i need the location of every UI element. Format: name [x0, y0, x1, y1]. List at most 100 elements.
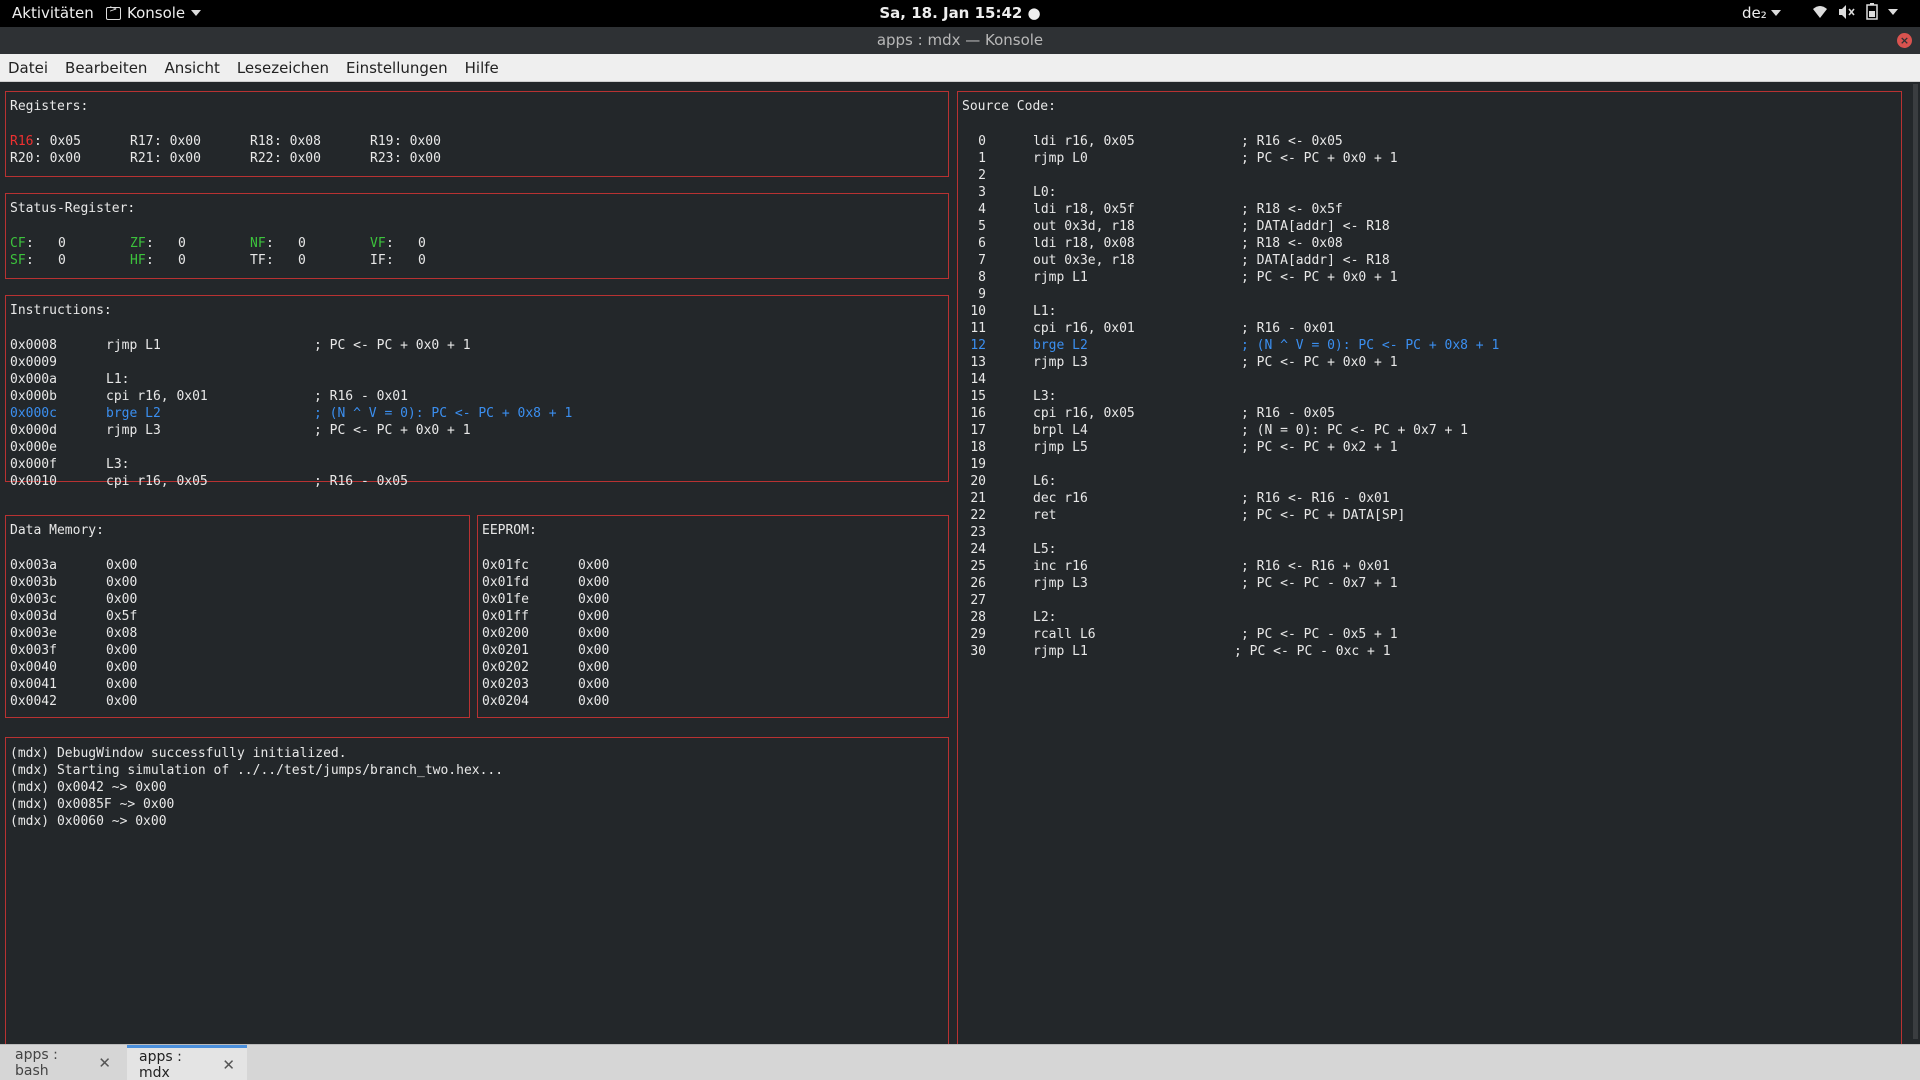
log-line: (mdx) DebugWindow successfully initializ…: [10, 746, 347, 761]
source-line-number: 10: [970, 304, 986, 319]
close-icon[interactable]: ×: [1897, 33, 1912, 48]
eeprom-value: 0x00: [578, 558, 610, 573]
menu-item-lesezeichen[interactable]: Lesezeichen: [237, 59, 329, 77]
menu-item-ansicht[interactable]: Ansicht: [164, 59, 219, 77]
menu-item-einstellungen[interactable]: Einstellungen: [346, 59, 448, 77]
menu-item-datei[interactable]: Datei: [8, 59, 48, 77]
source-code: ldi r18, 0x08: [1033, 236, 1135, 251]
source-line-number: 19: [970, 457, 986, 472]
chevron-down-icon: [191, 10, 202, 16]
log-line: (mdx) 0x0085F ~> 0x00: [10, 797, 175, 812]
memory-value: 0x00: [106, 694, 138, 709]
instruction-comment: ; R16 - 0x05: [314, 474, 408, 489]
source-line-number: 22: [970, 508, 986, 523]
source-line-number: 16: [970, 406, 986, 421]
memory-value: 0x00: [106, 592, 138, 607]
chevron-down-icon: [1770, 10, 1781, 16]
tab-apps-mdx[interactable]: apps : mdx ✕: [127, 1045, 247, 1080]
tab-bar: apps : bash ✕ apps : mdx ✕: [0, 1044, 1920, 1080]
source-code: ldi r16, 0x05: [1033, 134, 1135, 149]
terminal-area[interactable]: Registers: R16: 0x05 R17: 0x00 R18: 0x08 R1…: [0, 82, 1920, 1080]
instruction-comment: ; (N ^ V = 0): PC <- PC + 0x8 + 1: [314, 406, 573, 421]
eeprom-value: 0x00: [578, 677, 610, 692]
source-code: ldi r18, 0x5f: [1033, 202, 1135, 217]
register-value: : 0x00: [154, 134, 201, 149]
register-name: R17: [130, 134, 154, 149]
eeprom-address: 0x0200: [482, 626, 529, 641]
memory-address: 0x003f: [10, 643, 57, 658]
instruction-address: 0x000a: [10, 372, 57, 387]
source-code: L6:: [1033, 474, 1057, 489]
register-name: R20: [10, 151, 34, 166]
source-line-number: 2: [978, 168, 986, 183]
flag-name: NF: [250, 236, 266, 251]
log-line: (mdx) Starting simulation of ../../test/…: [10, 763, 504, 778]
instruction-code: L1:: [106, 372, 130, 387]
source-comment: ; PC <- PC - 0xc + 1: [1234, 644, 1391, 659]
source-line-number: 23: [970, 525, 986, 540]
instruction-code: cpi r16, 0x01: [106, 389, 208, 404]
flag-separator: :: [266, 253, 274, 268]
log-pane: (mdx) DebugWindow successfully initializ…: [5, 737, 949, 1057]
flag-name: SF: [10, 253, 26, 268]
flag-value: 0: [298, 236, 306, 251]
tab-label: apps : bash: [15, 1047, 58, 1079]
registers-header: Registers:: [10, 99, 89, 114]
clock[interactable]: Sa, 18. Jan 15:42 ●: [879, 4, 1040, 22]
flag-value: 0: [418, 236, 426, 251]
source-comment: ; PC <- PC + 0x0 + 1: [1241, 270, 1398, 285]
memory-address: 0x0042: [10, 694, 57, 709]
system-menu[interactable]: [1812, 3, 1898, 20]
instruction-code: brge L2: [106, 406, 161, 421]
source-code: inc r16: [1033, 559, 1088, 574]
close-icon[interactable]: ✕: [222, 1056, 235, 1074]
menu-item-bearbeiten[interactable]: Bearbeiten: [65, 59, 147, 77]
tab-apps-bash[interactable]: apps : bash ✕: [3, 1045, 123, 1080]
flag-name: VF: [370, 236, 386, 251]
menu-item-hilfe[interactable]: Hilfe: [465, 59, 499, 77]
memory-address: 0x0041: [10, 677, 57, 692]
volume-muted-icon: [1839, 4, 1855, 19]
app-menu-label: Konsole: [127, 4, 186, 22]
instruction-address: 0x000c: [10, 406, 57, 421]
source-line-number: 7: [978, 253, 986, 268]
source-comment: ; PC <- PC - 0x7 + 1: [1241, 576, 1398, 591]
source-comment: ; DATA[addr] <- R18: [1241, 219, 1390, 234]
eeprom-value: 0x00: [578, 575, 610, 590]
eeprom-value: 0x00: [578, 626, 610, 641]
memory-value: 0x00: [106, 558, 138, 573]
source-code: L3:: [1033, 389, 1057, 404]
app-menu-button[interactable]: Konsole: [106, 4, 202, 22]
register-value: : 0x00: [34, 151, 81, 166]
source-line-number: 5: [978, 219, 986, 234]
menu-bar: Datei Bearbeiten Ansicht Lesezeichen Einstel…: [0, 54, 1920, 82]
close-icon[interactable]: ✕: [98, 1054, 111, 1072]
source-comment: ; R16 <- R16 - 0x01: [1241, 491, 1390, 506]
source-line-number: 30: [970, 644, 986, 659]
source-code: rjmp L3: [1033, 355, 1088, 370]
source-code: L5:: [1033, 542, 1057, 557]
flag-name: CF: [10, 236, 26, 251]
source-code: cpi r16, 0x05: [1033, 406, 1135, 421]
flag-value: 0: [298, 253, 306, 268]
keyboard-layout-indicator[interactable]: de₂: [1742, 4, 1781, 22]
instruction-address: 0x000d: [10, 423, 57, 438]
instruction-code: L3:: [106, 457, 130, 472]
source-comment: ; PC <- PC + 0x0 + 1: [1241, 355, 1398, 370]
flag-name: TF: [250, 253, 266, 268]
eeprom-address: 0x01ff: [482, 609, 529, 624]
source-comment: ; PC <- PC + 0x0 + 1: [1241, 151, 1398, 166]
flag-separator: :: [386, 236, 394, 251]
source-line-number: 24: [970, 542, 986, 557]
source-line-number: 9: [978, 287, 986, 302]
register-name: R23: [370, 151, 394, 166]
eeprom-address: 0x01fd: [482, 575, 529, 590]
source-line-number: 26: [970, 576, 986, 591]
scrollbar[interactable]: [1913, 84, 1918, 1039]
activities-button[interactable]: Aktivitäten: [12, 4, 94, 22]
eeprom-value: 0x00: [578, 609, 610, 624]
register-value: : 0x00: [274, 151, 321, 166]
source-code: ret: [1033, 508, 1057, 523]
source-comment: ; R16 <- R16 + 0x01: [1241, 559, 1390, 574]
memory-address: 0x003d: [10, 609, 57, 624]
